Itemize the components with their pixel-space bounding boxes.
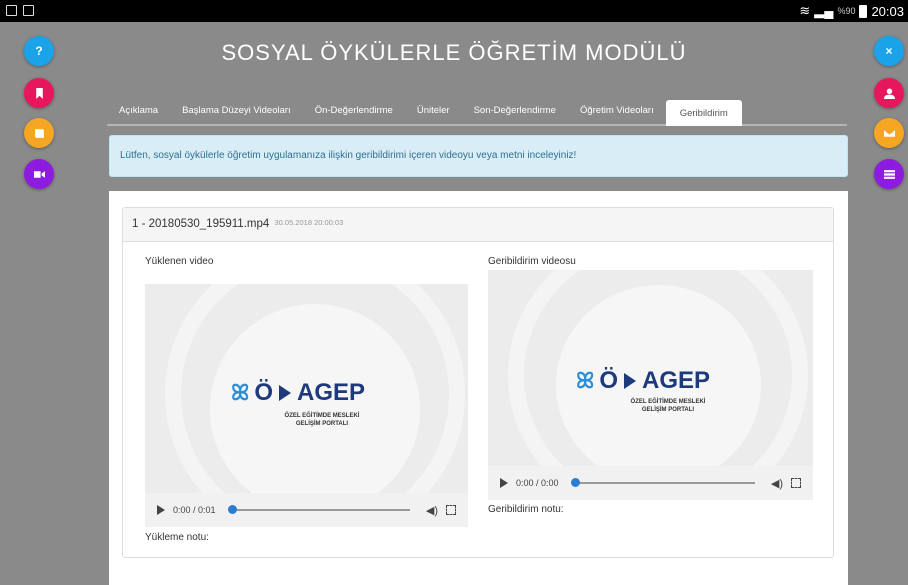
uploaded-video-label: Yüklenen video [145, 256, 214, 267]
tab-ogretim-videolari[interactable]: Öğretim Videoları [568, 105, 666, 124]
panel-heading: 1 - 20180530_195911.mp4 30.05.2018 20:00… [123, 208, 833, 242]
tab-aciklama[interactable]: Açıklama [107, 105, 170, 124]
tab-bar: Açıklama Başlama Düzeyi Videoları Ön-Değ… [107, 100, 847, 126]
message-button[interactable] [874, 118, 904, 148]
play-triangle-icon [278, 385, 291, 401]
bookmark-button[interactable] [24, 78, 54, 108]
play-icon[interactable] [500, 478, 508, 488]
uploaded-video-player[interactable]: ꕤ Ö AGEP ÖZEL EĞİTİMDE MESLEKİ GELİŞİM P… [145, 284, 468, 527]
video-filename: 1 - 20180530_195911.mp4 [132, 218, 270, 230]
logo-mark-icon: ꕤ [231, 380, 249, 405]
battery-percent: %90 [837, 6, 856, 16]
page-title: SOSYAL ÖYKÜLERLE ÖĞRETİM MODÜLÜ [221, 40, 687, 65]
play-icon[interactable] [157, 505, 165, 515]
seek-bar[interactable] [570, 478, 755, 487]
user-button[interactable] [874, 78, 904, 108]
volume-icon[interactable]: ◀) [771, 477, 783, 490]
list-button[interactable] [874, 159, 904, 189]
feedback-video-player[interactable]: ꕤ Ö AGEP ÖZEL EĞİTİMDE MESLEKİ GELİŞİM P… [488, 270, 813, 500]
upload-date: 30.05.2018 20:00:03 [274, 218, 344, 227]
seek-knob[interactable] [570, 478, 580, 487]
logo-mark-icon: ꕤ [576, 368, 594, 393]
feedback-video-label: Geribildirim videosu [488, 256, 576, 267]
submission-panel: 1 - 20180530_195911.mp4 30.05.2018 20:00… [122, 207, 834, 558]
tab-geribildirim[interactable]: Geribildirim [665, 100, 742, 126]
wifi-icon: ≋ [799, 3, 811, 18]
logo-subtitle: ÖZEL EĞİTİMDE MESLEKİ GELİŞİM PORTALI [630, 399, 706, 413]
user-icon [883, 88, 895, 99]
mail-notification-icon [23, 5, 34, 16]
upload-note-label: Yükleme notu: [145, 532, 209, 543]
signal-icon: ▂▄ [814, 3, 834, 18]
video-controls: 0:00 / 0:01 ◀) [145, 493, 468, 527]
video-time: 0:00 / 0:01 [173, 505, 216, 515]
play-triangle-icon [623, 373, 636, 389]
logo-subtitle: ÖZEL EĞİTİMDE MESLEKİ GELİŞİM PORTALI [284, 413, 360, 427]
ozagep-logo: ꕤ Ö AGEP [576, 367, 710, 394]
tab-uniteler[interactable]: Üniteler [405, 105, 462, 124]
screenshot-icon [6, 5, 17, 16]
video-camera-icon [33, 170, 45, 178]
clock: 20:03 [871, 3, 904, 19]
bookmark-icon [35, 87, 43, 99]
status-bar: ≋ ▂▄ %90 20:03 [0, 0, 908, 22]
tab-baslama-duzeyi-videolari[interactable]: Başlama Düzeyi Videoları [170, 105, 303, 124]
tab-son-degerlendirme[interactable]: Son-Değerlendirme [462, 105, 568, 124]
video-time: 0:00 / 0:00 [516, 478, 559, 488]
battery-icon [859, 4, 868, 18]
ozagep-logo: ꕤ Ö AGEP [231, 379, 365, 406]
video-poster-circle [210, 304, 420, 514]
info-alert: Lütfen, sosyal öykülerle öğretim uygulam… [109, 135, 848, 177]
tab-on-degerlendirme[interactable]: Ön-Değerlendirme [303, 105, 405, 124]
book-icon [34, 128, 44, 138]
video-controls: 0:00 / 0:00 ◀) [488, 466, 813, 500]
fullscreen-icon[interactable] [446, 505, 456, 515]
volume-icon[interactable]: ◀) [426, 504, 438, 517]
fullscreen-icon[interactable] [791, 478, 801, 488]
envelope-icon [883, 129, 895, 137]
seek-knob[interactable] [227, 505, 237, 514]
book-button[interactable] [24, 118, 54, 148]
main-content: 1 - 20180530_195911.mp4 30.05.2018 20:00… [109, 191, 848, 585]
list-icon [883, 169, 895, 179]
seek-bar[interactable] [227, 505, 410, 514]
video-button[interactable] [24, 159, 54, 189]
feedback-note-label: Geribildirim notu: [488, 504, 564, 515]
